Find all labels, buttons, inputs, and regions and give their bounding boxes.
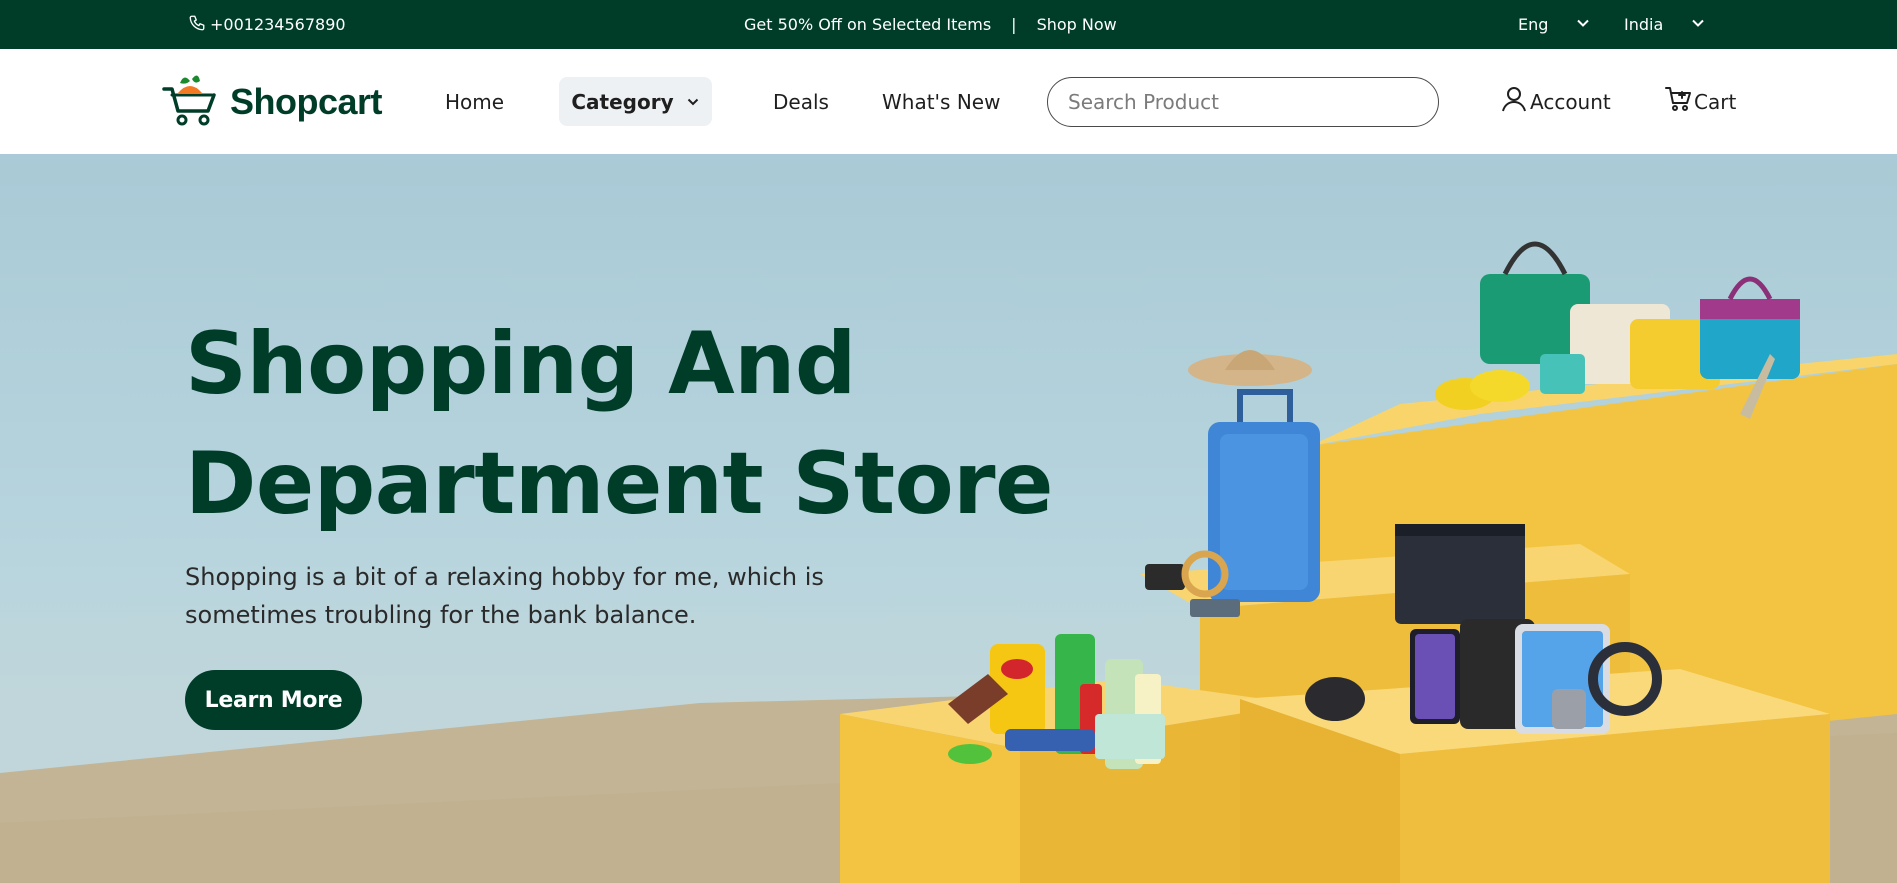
nav-category-label: Category [571,89,674,114]
search-input[interactable] [1047,77,1439,127]
promo-banner: Get 50% Off on Selected Items | Shop Now [744,0,1117,49]
shop-now-link[interactable]: Shop Now [1037,15,1117,34]
cart-icon [1664,85,1692,118]
snacks-illustration [948,634,1165,769]
top-bar: +001234567890 Get 50% Off on Selected It… [0,0,1897,49]
cart-label: Cart [1694,89,1737,114]
language-value: Eng [1518,15,1549,34]
main-header: Shopcart Home Category Deals What's New … [0,49,1897,154]
language-selector[interactable]: Eng [1518,0,1590,49]
brand-name: Shopcart [230,81,383,122]
learn-more-button[interactable]: Learn More [185,670,362,730]
phone-number: +001234567890 [210,15,346,34]
promo-separator: | [1011,15,1017,34]
phone-contact[interactable]: +001234567890 [188,0,346,49]
nav-home[interactable]: Home [445,49,504,154]
hero-description: Shopping is a bit of a relaxing hobby fo… [185,563,824,629]
nav-deals[interactable]: Deals [773,49,829,154]
country-value: India [1624,15,1664,34]
nav-whats-new[interactable]: What's New [882,49,1000,154]
hero-banner: Shopping And Department Store Shopping i… [0,154,1897,883]
phone-icon [188,14,206,36]
cart-link[interactable]: Cart [1664,49,1736,154]
chevron-down-icon [686,90,700,114]
nav-category-dropdown[interactable]: Category [559,77,712,126]
yellow-podium [840,354,1897,883]
account-label: Account [1530,89,1611,114]
account-link[interactable]: Account [1500,49,1611,154]
brand-logo[interactable]: Shopcart [162,71,383,133]
promo-text: Get 50% Off on Selected Items [744,15,992,34]
hero-products-illustration [840,241,1897,883]
chevron-down-icon [1691,15,1705,34]
country-selector[interactable]: India [1624,0,1705,49]
suitcase-illustration [1188,350,1320,602]
user-icon [1500,85,1528,118]
chevron-down-icon [1576,15,1590,34]
shopping-cart-logo-icon [162,71,218,133]
